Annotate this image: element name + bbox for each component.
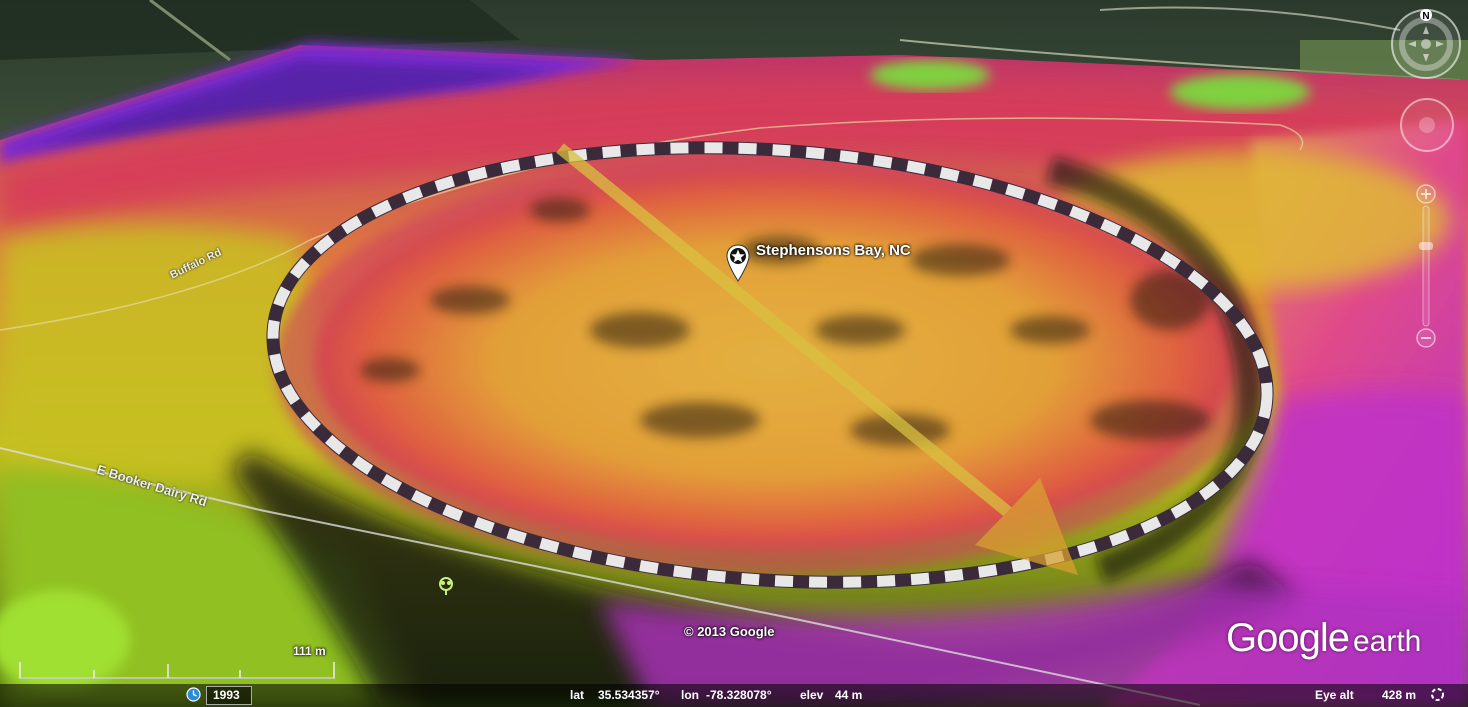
clock-icon[interactable] [186, 687, 201, 702]
eye-alt-label: Eye alt [1315, 688, 1354, 702]
zoom-slider-icon[interactable] [1414, 182, 1438, 352]
tree-icon[interactable] [436, 576, 456, 596]
logo-google-text: Google [1226, 616, 1350, 660]
lat-value: 35.534357° [598, 688, 660, 702]
google-earth-logo: Google earth [1226, 616, 1421, 661]
logo-earth-text: earth [1352, 625, 1422, 658]
look-joystick-icon[interactable] [1398, 96, 1456, 154]
placemark-star-icon[interactable] [726, 244, 750, 282]
lon-label: lon [681, 688, 699, 702]
scale-label: 111 m [293, 644, 326, 658]
scale-bar [19, 662, 335, 679]
lat-label: lat [570, 688, 585, 702]
compass-icon[interactable]: N [1388, 6, 1464, 82]
elev-value: 44 m [835, 688, 863, 702]
elev-label: elev [800, 688, 824, 702]
loading-spinner-icon [1431, 688, 1444, 701]
compass-north-letter: N [1422, 11, 1429, 22]
historical-year-text: 1993 [213, 688, 240, 702]
copyright-notice: © 2013 Google [684, 624, 775, 639]
eye-alt-value: 428 m [1382, 688, 1417, 702]
lon-value: -78.328078° [706, 688, 772, 702]
placemark-label[interactable]: Stephensons Bay, NC [756, 242, 911, 259]
terrain-map[interactable] [0, 0, 1468, 707]
